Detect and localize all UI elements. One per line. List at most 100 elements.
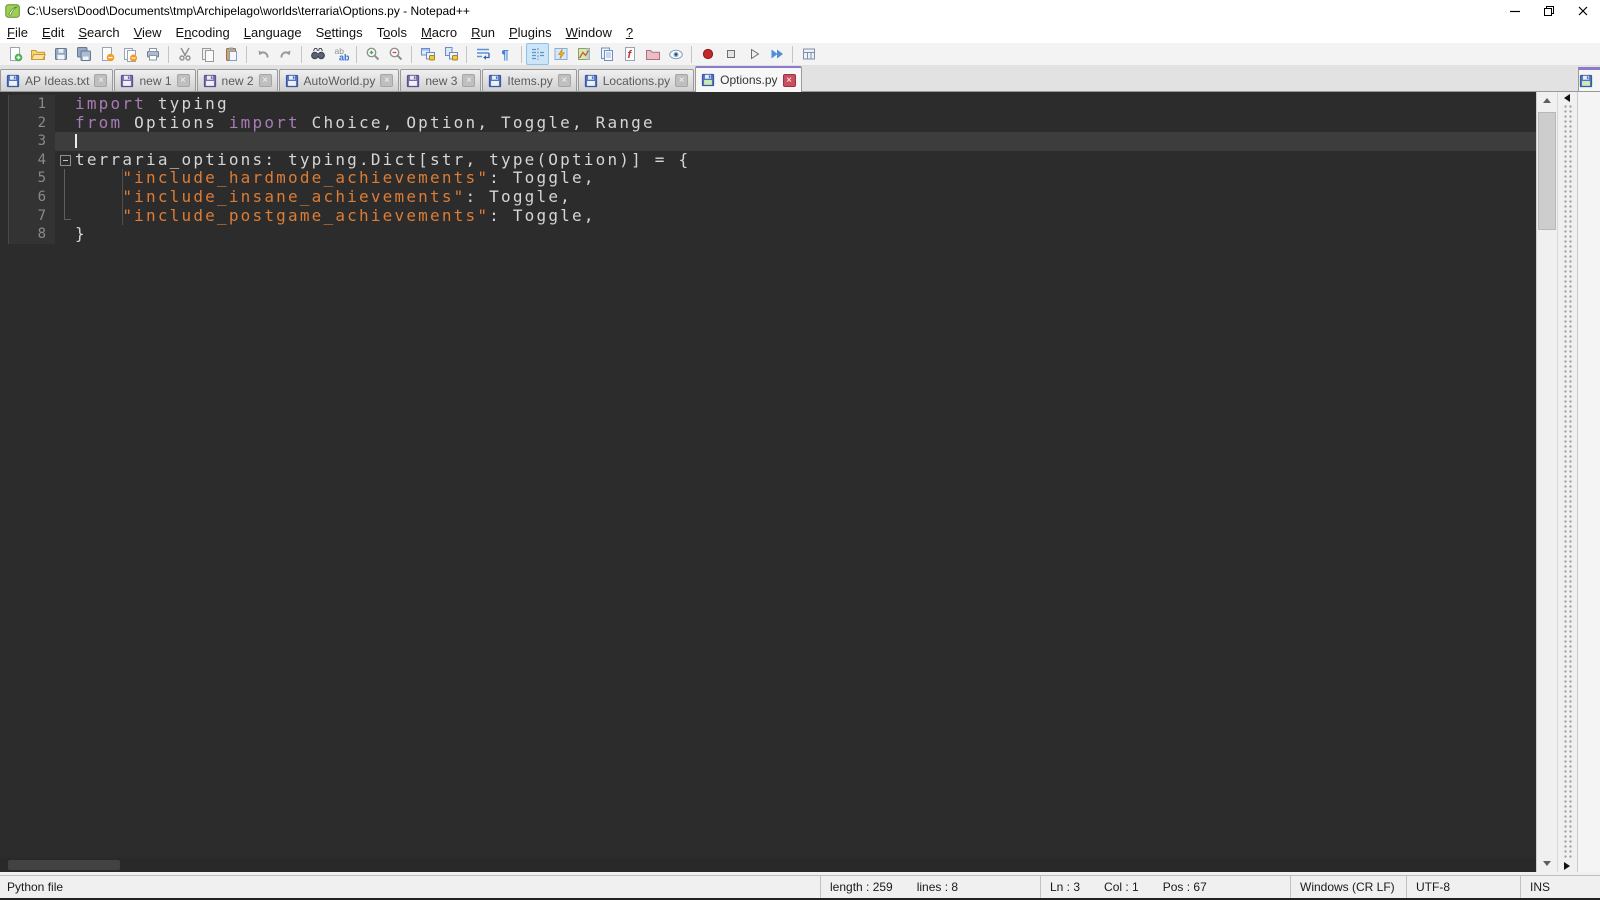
line-number[interactable]: 2 <box>9 113 55 133</box>
paste-icon[interactable] <box>219 43 242 65</box>
print-icon[interactable] <box>141 43 164 65</box>
tab-close-icon[interactable]: × <box>557 74 571 87</box>
find-icon[interactable] <box>306 43 329 65</box>
tab-new-2[interactable]: new 2 × <box>196 69 278 91</box>
menu-run[interactable]: Run <box>464 23 502 42</box>
horizontal-scrollbar-thumb[interactable] <box>8 860 120 870</box>
tab-close-icon[interactable]: × <box>675 74 689 87</box>
status-eol-format[interactable]: Windows (CR LF) <box>1290 876 1406 898</box>
copy-icon[interactable] <box>196 43 219 65</box>
code-text[interactable] <box>75 132 1536 151</box>
macro-play-icon[interactable] <box>742 43 765 65</box>
open-folder-icon[interactable] <box>26 43 49 65</box>
zoom-in-icon[interactable] <box>361 43 384 65</box>
folder-as-workspace-icon[interactable] <box>641 43 664 65</box>
line-number[interactable]: 1 <box>9 95 55 114</box>
line-number[interactable]: 3 <box>9 132 55 151</box>
status-line: Ln : 3 <box>1050 880 1081 894</box>
tab-new-3[interactable]: new 3 × <box>400 69 482 91</box>
zoom-out-icon[interactable] <box>384 43 407 65</box>
menu-macro[interactable]: Macro <box>414 23 464 42</box>
line-number[interactable]: 7 <box>9 206 55 226</box>
redo-icon[interactable] <box>274 43 297 65</box>
status-encoding[interactable]: UTF-8 <box>1406 876 1520 898</box>
fold-margin-collapse-box[interactable] <box>55 151 75 170</box>
menu-settings[interactable]: Settings <box>309 23 370 42</box>
tab-locations-py[interactable]: Locations.py × <box>577 69 695 91</box>
tab-label: new 2 <box>221 73 254 88</box>
sync-vertical-icon[interactable] <box>416 43 439 65</box>
menu-window[interactable]: Window <box>559 23 619 42</box>
macro-stop-icon[interactable] <box>719 43 742 65</box>
code-text[interactable]: import typing <box>75 94 1536 114</box>
tab-close-icon[interactable]: × <box>380 74 394 87</box>
tab-options-py[interactable]: Options.py × <box>695 66 802 92</box>
code-text[interactable]: "include_insane_achievements": Toggle, <box>75 187 1536 207</box>
code-text[interactable]: from Options import Choice, Option, Togg… <box>75 113 1536 133</box>
word-wrap-icon[interactable] <box>471 43 494 65</box>
tab-new-1[interactable]: new 1 × <box>114 69 196 91</box>
save-icon[interactable] <box>49 43 72 65</box>
tab-ap-ideas-txt[interactable]: AP Ideas.txt × <box>0 69 114 91</box>
status-insert-mode[interactable]: INS <box>1520 876 1600 898</box>
macro-save-icon[interactable] <box>797 43 820 65</box>
close-button[interactable] <box>1566 0 1600 22</box>
menu-plugins[interactable]: Plugins <box>502 23 559 42</box>
line-number[interactable]: 6 <box>9 187 55 207</box>
show-all-characters-icon[interactable]: ¶ <box>494 43 517 65</box>
code-text[interactable]: "include_postgame_achievements": Toggle, <box>75 206 1536 226</box>
menu-encoding[interactable]: Encoding <box>169 23 237 42</box>
macro-run-multiple-icon[interactable] <box>765 43 788 65</box>
macro-record-icon[interactable] <box>696 43 719 65</box>
tab-close-icon[interactable]: × <box>94 74 108 87</box>
define-language-icon[interactable] <box>549 43 572 65</box>
line-number[interactable]: 8 <box>9 225 55 244</box>
menu-view[interactable]: View <box>127 23 169 42</box>
replace-icon[interactable]: ab ab <box>329 43 352 65</box>
partial-tab-second-view[interactable] <box>1578 67 1600 91</box>
menu-language[interactable]: Language <box>237 23 309 42</box>
tab-close-icon[interactable]: × <box>258 74 272 87</box>
splitter-collapse-left-icon[interactable] <box>1564 94 1570 102</box>
splitter-collapse-right-icon[interactable] <box>1564 862 1570 870</box>
horizontal-scrollbar[interactable] <box>0 858 1536 872</box>
menu-edit[interactable]: Edit <box>35 23 71 42</box>
show-indent-guide-icon[interactable] <box>526 43 549 65</box>
tab-close-icon[interactable]: × <box>176 74 190 87</box>
menu-[interactable]: ? <box>619 23 640 42</box>
monitoring-icon[interactable] <box>664 43 687 65</box>
code-text[interactable]: } <box>75 224 1536 244</box>
new-file-icon[interactable] <box>3 43 26 65</box>
line-number[interactable]: 4 <box>9 150 55 170</box>
vertical-scrollbar-thumb[interactable] <box>1538 112 1556 230</box>
function-list-icon[interactable]: f <box>618 43 641 65</box>
view-splitter[interactable] <box>1557 92 1577 872</box>
tab-close-icon[interactable]: × <box>782 73 796 87</box>
tab-items-py[interactable]: Items.py × <box>482 69 577 91</box>
scroll-down-arrow-icon[interactable] <box>1537 855 1557 872</box>
document-map-icon[interactable] <box>572 43 595 65</box>
code-editor[interactable]: 1 import typing 2 from Options import Choic… <box>0 92 1536 872</box>
fold-margin <box>55 225 75 244</box>
close-file-icon[interactable] <box>95 43 118 65</box>
line-number[interactable]: 5 <box>9 169 55 188</box>
code-text[interactable]: "include_hardmode_achievements": Toggle, <box>75 169 1536 188</box>
fold-collapse-icon[interactable] <box>59 154 71 166</box>
restore-button[interactable] <box>1532 0 1566 22</box>
save-all-icon[interactable] <box>72 43 95 65</box>
fold-margin <box>55 187 75 207</box>
undo-icon[interactable] <box>251 43 274 65</box>
scroll-up-arrow-icon[interactable] <box>1537 92 1557 109</box>
minimize-button[interactable] <box>1498 0 1532 22</box>
menu-search[interactable]: Search <box>71 23 126 42</box>
sync-horizontal-icon[interactable] <box>439 43 462 65</box>
menu-file[interactable]: File <box>0 23 35 42</box>
vertical-scrollbar[interactable] <box>1536 92 1557 872</box>
close-all-icon[interactable] <box>118 43 141 65</box>
cut-icon[interactable] <box>173 43 196 65</box>
tab-autoworld-py[interactable]: AutoWorld.py × <box>278 69 400 91</box>
menu-tools[interactable]: Tools <box>370 23 414 42</box>
code-text[interactable]: terraria_options: typing.Dict[str, type(… <box>75 150 1536 170</box>
document-list-icon[interactable] <box>595 43 618 65</box>
tab-close-icon[interactable]: × <box>462 74 476 87</box>
